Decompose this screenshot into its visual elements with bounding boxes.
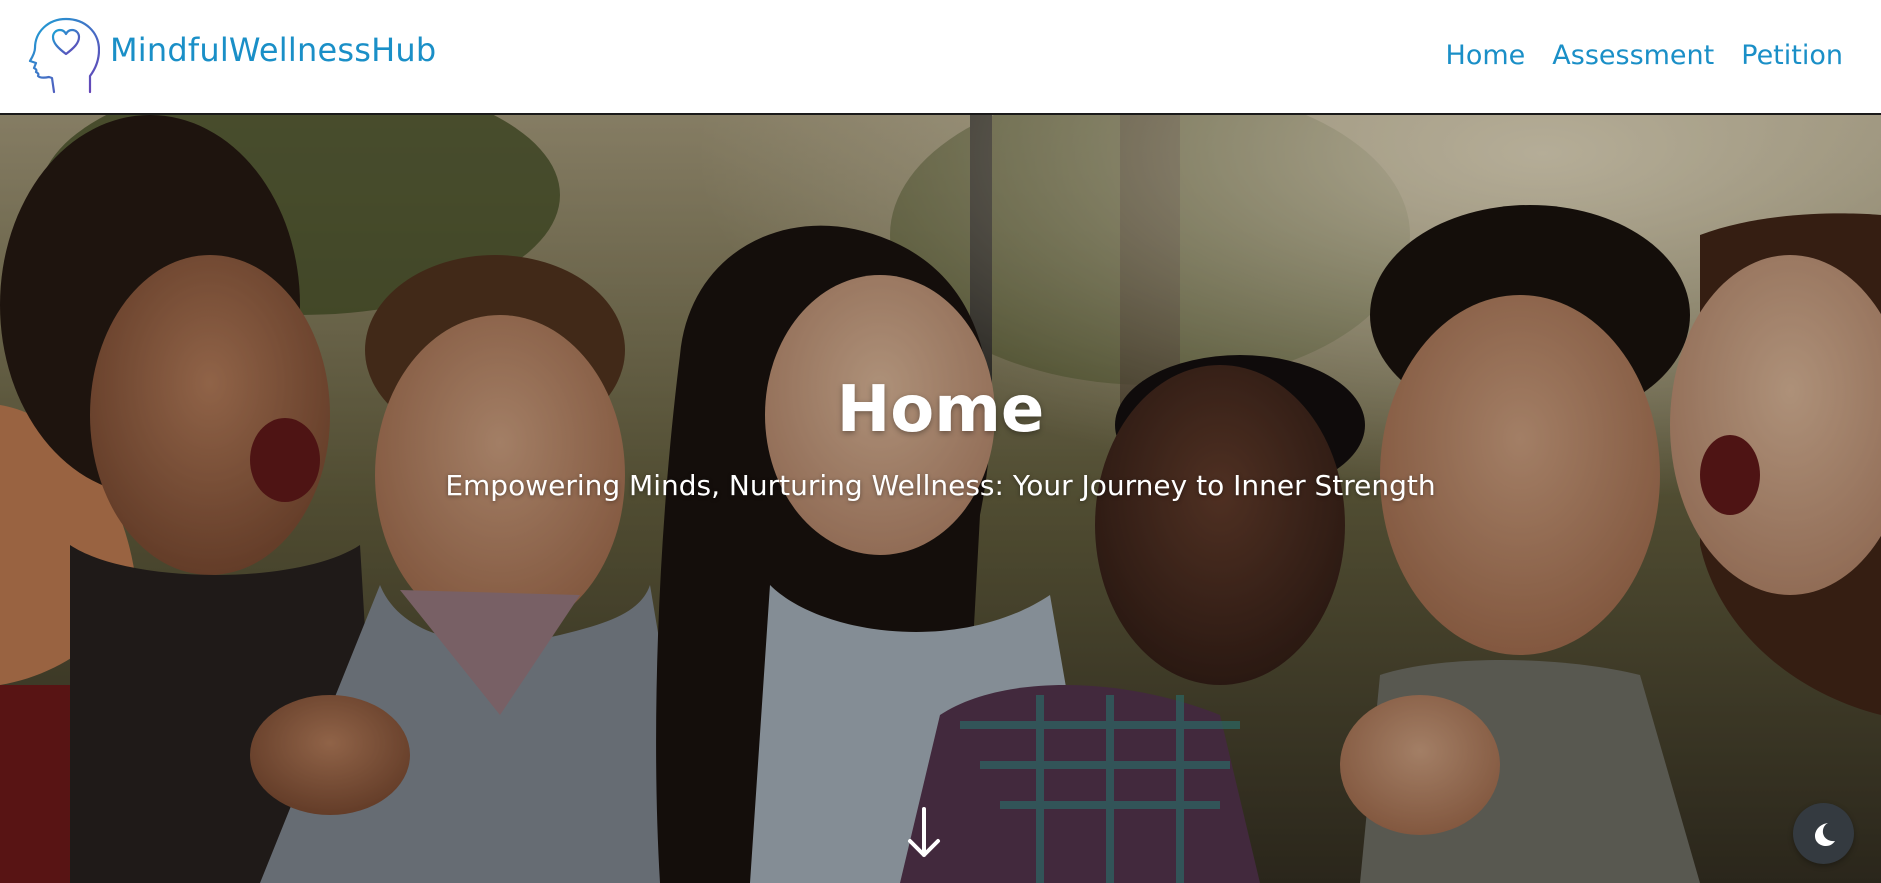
hero-title: Home — [836, 373, 1045, 447]
navbar: MindfulWellnessHub Home Assessment Petit… — [0, 0, 1881, 115]
brand-name: MindfulWellnessHub — [110, 31, 437, 69]
main-nav: Home Assessment Petition — [1446, 40, 1843, 71]
theme-toggle-button[interactable] — [1793, 803, 1854, 864]
moon-icon — [1814, 822, 1835, 846]
hero-section: Home Empowering Minds, Nurturing Wellnes… — [0, 115, 1881, 883]
nav-link-home[interactable]: Home — [1446, 40, 1526, 71]
nav-link-petition[interactable]: Petition — [1741, 40, 1843, 71]
head-heart-icon — [28, 17, 100, 94]
hero-subtitle: Empowering Minds, Nurturing Wellness: Yo… — [445, 469, 1436, 502]
brand-link[interactable]: MindfulWellnessHub — [28, 16, 436, 94]
nav-link-assessment[interactable]: Assessment — [1552, 40, 1714, 71]
arrow-down-icon[interactable] — [906, 805, 942, 861]
